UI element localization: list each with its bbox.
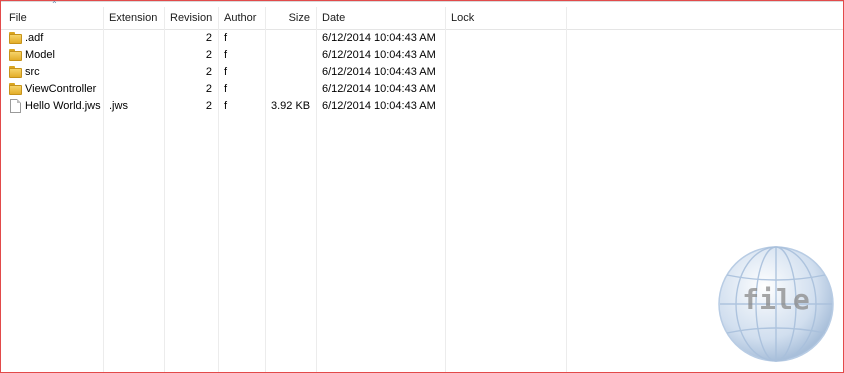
date-cell: 6/12/2014 10:04:43 AM — [322, 100, 436, 112]
extension-cell — [103, 81, 164, 98]
extension-cell — [103, 47, 164, 64]
top-divider — [1, 1, 843, 2]
size-cell — [265, 30, 316, 47]
column-header-revision[interactable]: Revision — [164, 7, 218, 29]
lock-cell — [445, 98, 566, 115]
table-row[interactable]: .adf 2 f 6/12/2014 10:04:43 AM — [1, 30, 843, 47]
extension-cell — [103, 30, 164, 47]
table-row[interactable]: Hello World.jws .jws 2 f 3.92 KB 6/12/20… — [1, 98, 843, 115]
size-cell — [265, 47, 316, 64]
author-cell: f — [224, 83, 228, 95]
lock-cell — [445, 64, 566, 81]
column-header-author[interactable]: Author — [218, 7, 265, 29]
column-header-file-label: File — [9, 12, 27, 24]
revision-cell: 2 — [205, 66, 212, 78]
extension-cell — [103, 64, 164, 81]
size-cell: 3.92 KB — [271, 100, 311, 112]
author-cell: f — [224, 100, 228, 112]
author-cell: f — [224, 66, 228, 78]
revision-cell: 2 — [205, 32, 212, 44]
file-name-cell: Model — [25, 49, 55, 61]
column-header-file[interactable]: File ⌃ — [3, 1, 103, 29]
size-cell — [265, 81, 316, 98]
lock-cell — [445, 30, 566, 47]
column-header-date[interactable]: Date — [316, 7, 445, 29]
author-cell: f — [224, 49, 228, 61]
column-header-author-label: Author — [224, 12, 257, 24]
globe-watermark-icon: file — [718, 246, 834, 362]
date-cell: 6/12/2014 10:04:43 AM — [322, 32, 436, 44]
date-cell: 6/12/2014 10:04:43 AM — [322, 49, 436, 61]
file-name-cell: src — [25, 66, 40, 78]
revision-cell: 2 — [205, 83, 212, 95]
file-name-cell: Hello World.jws — [25, 100, 101, 112]
date-cell: 6/12/2014 10:04:43 AM — [322, 66, 436, 78]
column-header-bar: File ⌃ Extension Revision Author Size Da… — [1, 1, 843, 30]
column-header-lock[interactable]: Lock — [445, 7, 566, 29]
column-header-extension-label: Extension — [109, 12, 158, 24]
lock-cell — [445, 47, 566, 64]
file-name-cell: .adf — [25, 32, 44, 44]
revision-cell: 2 — [205, 100, 212, 112]
column-header-date-label: Date — [322, 12, 346, 24]
file-name-cell: ViewController — [25, 83, 97, 95]
column-header-extension[interactable]: Extension — [103, 7, 164, 29]
lock-cell — [445, 81, 566, 98]
size-cell — [265, 64, 316, 81]
table-row[interactable]: ViewController 2 f 6/12/2014 10:04:43 AM — [1, 81, 843, 98]
sort-ascending-icon: ⌃ — [51, 0, 58, 9]
column-header-lock-label: Lock — [451, 12, 475, 24]
column-header-size-label: Size — [288, 12, 310, 24]
author-cell: f — [224, 32, 228, 44]
table-row[interactable]: Model 2 f 6/12/2014 10:04:43 AM — [1, 47, 843, 64]
column-header-size[interactable]: Size — [265, 7, 316, 29]
date-cell: 6/12/2014 10:04:43 AM — [322, 83, 436, 95]
extension-cell: .jws — [109, 100, 128, 112]
watermark-text: file — [742, 283, 809, 316]
table-row[interactable]: src 2 f 6/12/2014 10:04:43 AM — [1, 64, 843, 81]
file-list-panel: File ⌃ Extension Revision Author Size Da… — [0, 0, 844, 373]
revision-cell: 2 — [205, 49, 212, 61]
column-header-revision-label: Revision — [170, 12, 213, 24]
